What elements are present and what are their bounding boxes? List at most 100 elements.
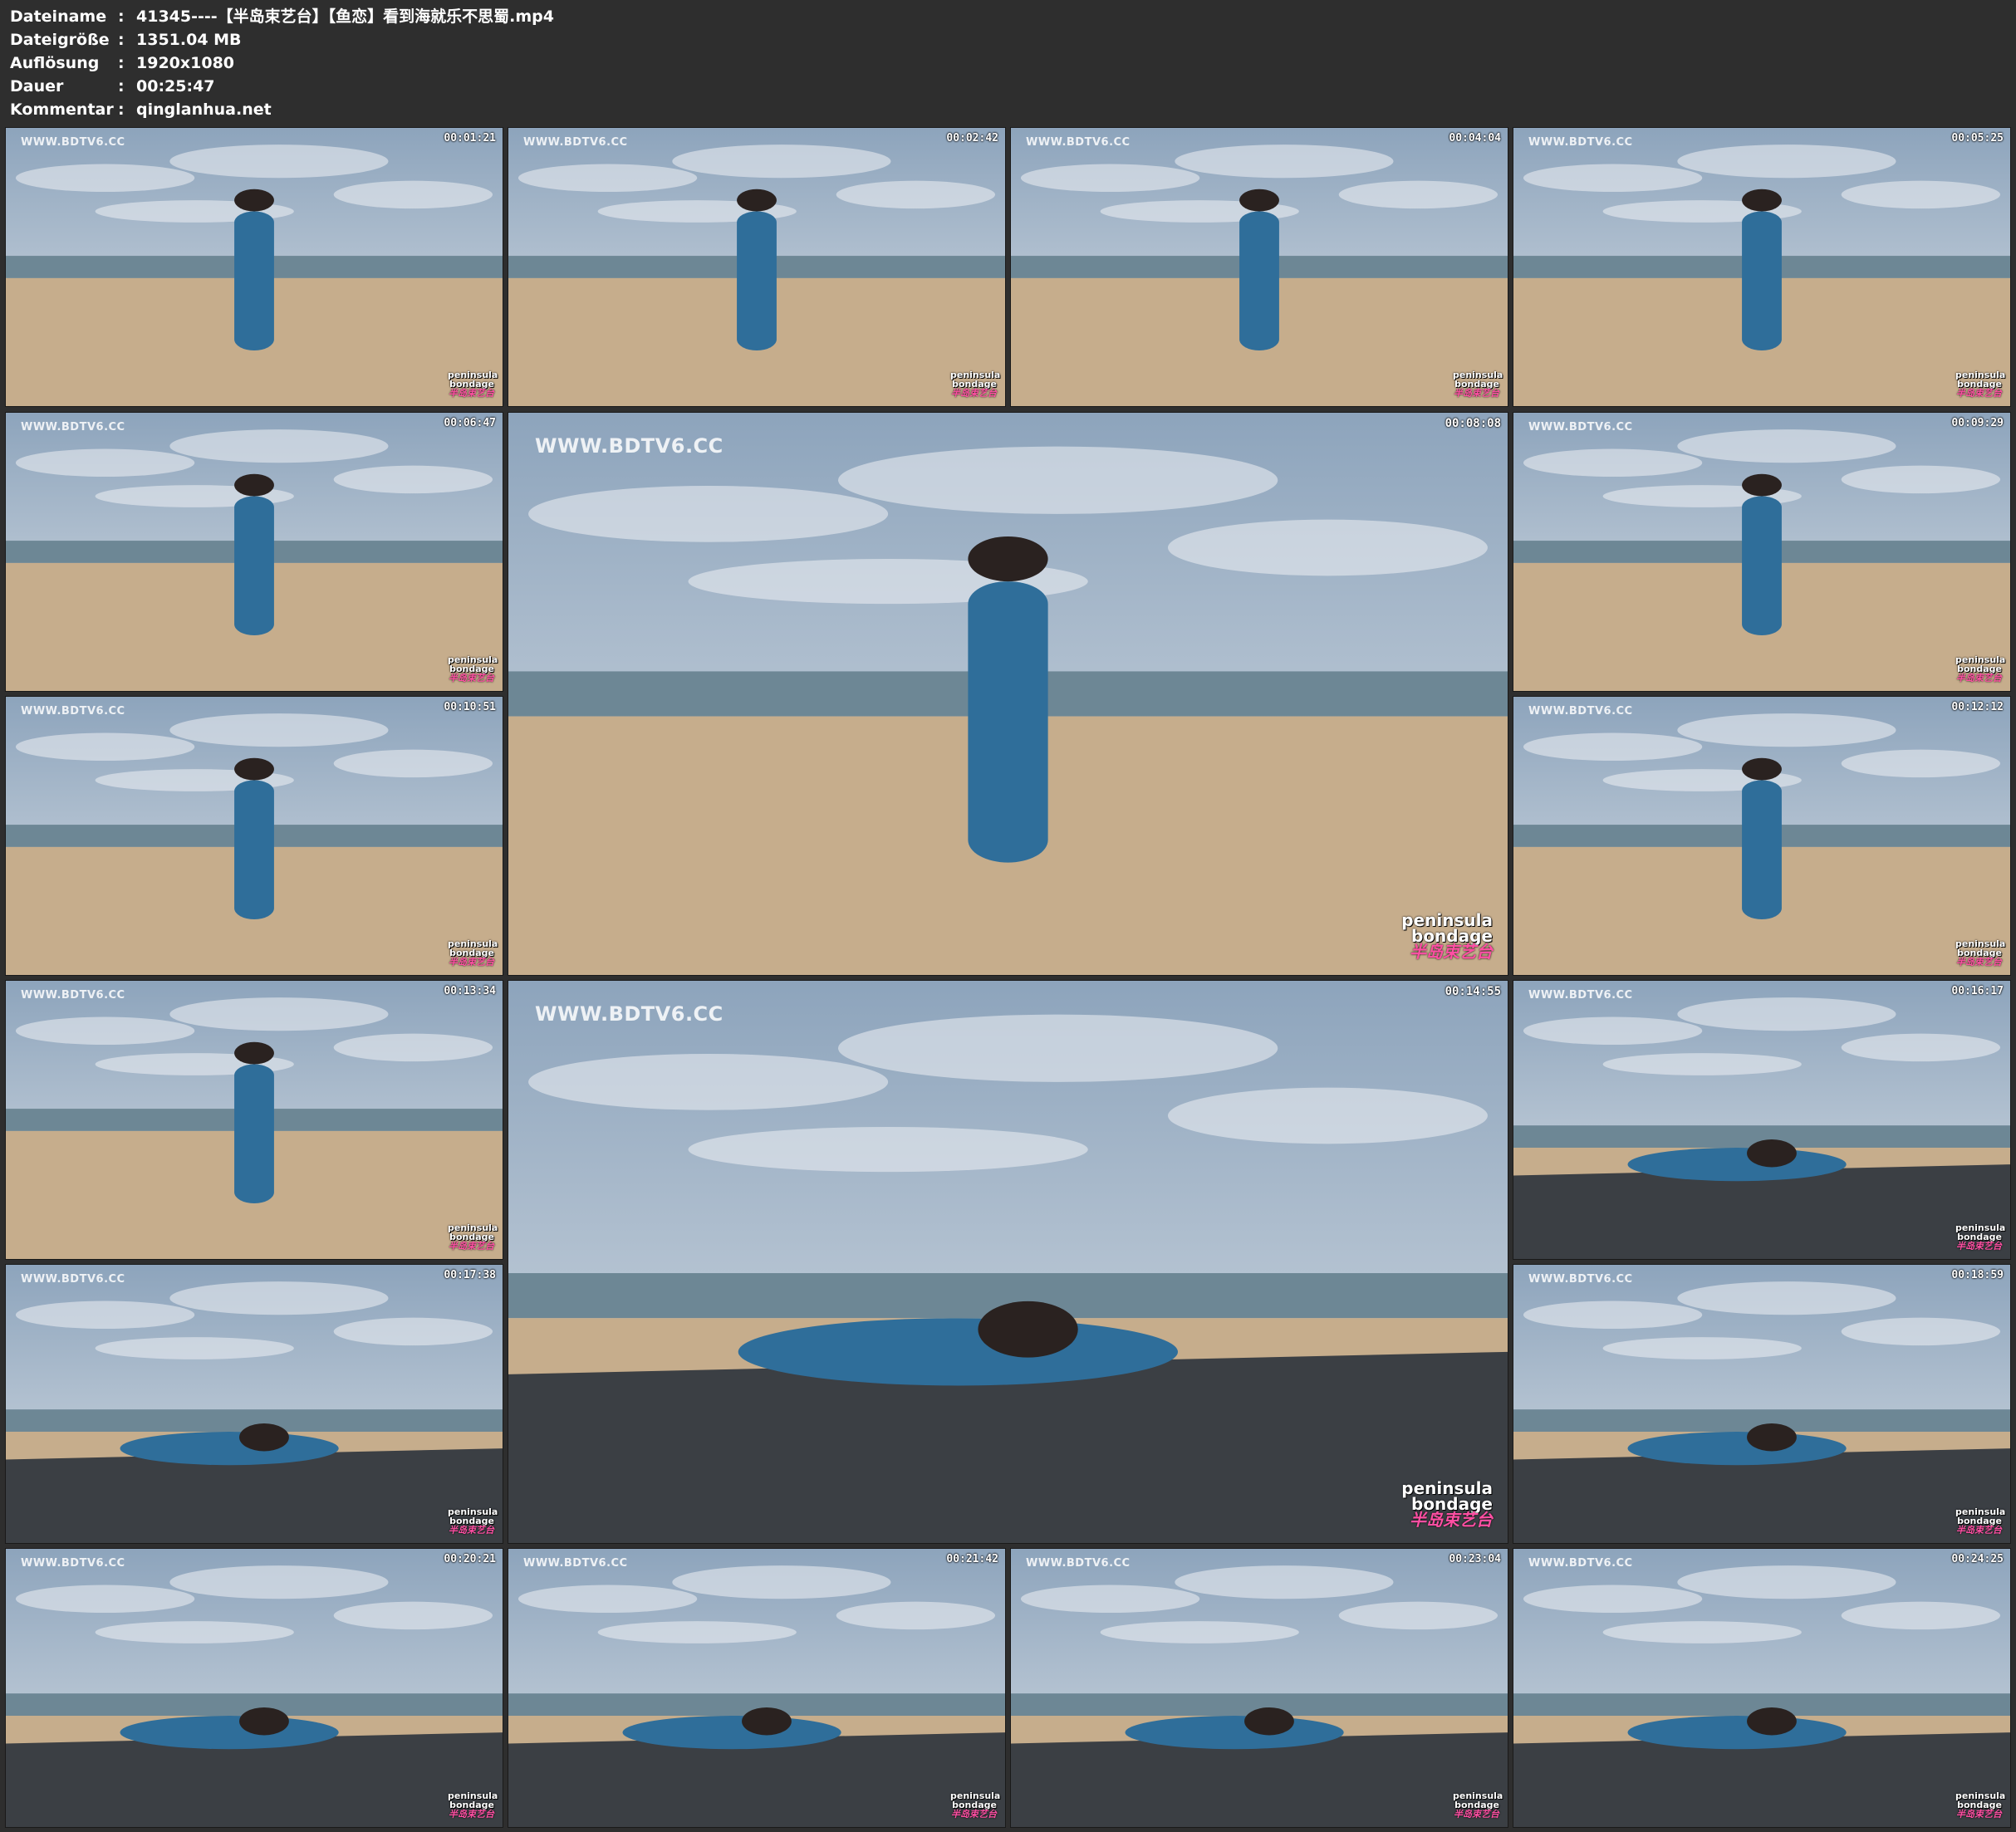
video-frame-thumbnail: WWW.BDTV6.CC 00:06:47 peninsula bondage 半岛束艺… [5, 412, 503, 692]
info-separator: : [118, 31, 125, 49]
frame-image [1513, 697, 2010, 975]
figure-dress [120, 1432, 339, 1466]
cloud-shape [1523, 164, 1703, 193]
channel-logo: peninsula bondage 半岛束艺台 [950, 1791, 1000, 1820]
figure-head [737, 189, 777, 212]
cloud-shape [1677, 1565, 1896, 1599]
logo-text-line3: 半岛束艺台 [1410, 942, 1493, 962]
figure-dress [737, 211, 777, 350]
frame-timestamp: 00:23:04 [1449, 1553, 1501, 1565]
watermark-text: WWW.BDTV6.CC [1026, 136, 1131, 149]
frame-image [1011, 1549, 1508, 1827]
frame-timestamp: 00:04:04 [1449, 132, 1501, 145]
watermark-text: WWW.BDTV6.CC [21, 136, 125, 149]
cloud-shape [1602, 1053, 1802, 1075]
cloud-shape [1523, 1585, 1703, 1614]
cloud-shape [169, 1281, 389, 1315]
frame-image [508, 128, 1005, 406]
cloud-shape [15, 448, 195, 478]
figure-head [239, 1423, 289, 1452]
cloud-shape [15, 732, 195, 762]
figure-dress [1742, 780, 1782, 919]
figure-head [1747, 1423, 1797, 1452]
cloud-shape [333, 180, 493, 209]
channel-logo: peninsula bondage 半岛束艺台 [1453, 1791, 1503, 1820]
logo-text-line3: 半岛束艺台 [1956, 957, 2002, 967]
frame-image [6, 981, 503, 1259]
logo-text-line3: 半岛束艺台 [1956, 1241, 2002, 1252]
frame-image [6, 413, 503, 691]
frame-image [6, 697, 503, 975]
figure-dress [1627, 1716, 1847, 1750]
cloud-shape [15, 164, 195, 193]
cloud-shape [1523, 1016, 1703, 1046]
logo-text-line3: 半岛束艺台 [1410, 1510, 1493, 1530]
info-label: Kommentar [10, 100, 114, 119]
watermark-text: WWW.BDTV6.CC [21, 705, 125, 718]
cloud-shape [1677, 713, 1896, 747]
cloud-shape [517, 164, 698, 193]
cloud-shape [1523, 448, 1703, 478]
figure-dress [1742, 496, 1782, 635]
file-info-header: Dateiname : 41345----【半岛束艺台】【鱼恋】看到海就乐不思蜀… [10, 5, 2004, 121]
logo-text-line3: 半岛束艺台 [449, 1525, 494, 1536]
cloud-shape [333, 1317, 493, 1346]
channel-logo: peninsula bondage 半岛束艺台 [1955, 655, 2005, 683]
channel-logo: peninsula bondage 半岛束艺台 [1401, 1480, 1493, 1530]
info-value: 00:25:47 [136, 77, 215, 96]
cloud-shape [1841, 180, 2001, 209]
frame-timestamp: 00:17:38 [444, 1269, 496, 1281]
video-frame-thumbnail: WWW.BDTV6.CC 00:02:42 peninsula bondage 半岛束艺… [508, 127, 1006, 407]
watermark-text: WWW.BDTV6.CC [1528, 136, 1633, 149]
logo-text-line3: 半岛束艺台 [449, 388, 494, 399]
video-frame-thumbnail: WWW.BDTV6.CC 00:01:21 peninsula bondage 半岛束艺… [5, 127, 503, 407]
watermark-text: WWW.BDTV6.CC [21, 1273, 125, 1286]
cloud-shape [1841, 1601, 2001, 1630]
frame-timestamp: 00:09:29 [1951, 417, 2004, 429]
cloud-shape [1020, 164, 1200, 193]
cloud-shape [1841, 1317, 2001, 1346]
frame-timestamp: 00:10:51 [444, 701, 496, 713]
info-value: 1920x1080 [136, 54, 235, 72]
logo-text-line3: 半岛束艺台 [1956, 673, 2002, 683]
logo-text-line3: 半岛束艺台 [951, 1809, 997, 1820]
watermark-text: WWW.BDTV6.CC [1528, 421, 1633, 434]
frame-image [1513, 413, 2010, 691]
info-label: Dauer [10, 77, 64, 96]
watermark-text: WWW.BDTV6.CC [1528, 1557, 1633, 1570]
logo-text-line3: 半岛束艺台 [1454, 1809, 1499, 1820]
frame-image [1513, 1549, 2010, 1827]
video-frame-thumbnail: WWW.BDTV6.CC 00:14:55 peninsula bondage 半岛束艺… [508, 980, 1508, 1544]
channel-logo: peninsula bondage 半岛束艺台 [1955, 1223, 2005, 1252]
channel-logo: peninsula bondage 半岛束艺台 [1453, 370, 1503, 399]
frame-timestamp: 00:21:42 [946, 1553, 998, 1565]
figure-head [1239, 189, 1279, 212]
info-value: 41345----【半岛束艺台】【鱼恋】看到海就乐不思蜀.mp4 [136, 7, 554, 26]
figure-dress [234, 1064, 274, 1203]
cloud-shape [169, 429, 389, 463]
channel-logo: peninsula bondage 半岛束艺台 [1955, 939, 2005, 967]
frame-image [1513, 981, 2010, 1259]
watermark-text: WWW.BDTV6.CC [523, 136, 628, 149]
figure-head [1747, 1139, 1797, 1168]
cloud-shape [15, 1301, 195, 1330]
cloud-shape [1523, 732, 1703, 762]
channel-logo: peninsula bondage 半岛束艺台 [448, 1507, 498, 1536]
logo-text-line3: 半岛束艺台 [449, 1241, 494, 1252]
frame-image [1513, 128, 2010, 406]
frame-timestamp: 00:18:59 [1951, 1269, 2004, 1281]
frame-timestamp: 00:08:08 [1445, 417, 1501, 430]
video-frame-thumbnail: WWW.BDTV6.CC 00:04:04 peninsula bondage 半岛束艺… [1010, 127, 1508, 407]
video-frame-thumbnail: WWW.BDTV6.CC 00:09:29 peninsula bondage 半岛束艺… [1513, 412, 2011, 692]
cloud-shape [597, 1621, 797, 1643]
cloud-shape [672, 145, 891, 179]
cloud-shape [15, 1016, 195, 1046]
figure-head [234, 1041, 274, 1065]
figure-head [1747, 1707, 1797, 1736]
watermark-text: WWW.BDTV6.CC [535, 1002, 724, 1026]
cloud-shape [333, 1033, 493, 1062]
watermark-text: WWW.BDTV6.CC [21, 989, 125, 1002]
logo-text-line3: 半岛束艺台 [1454, 388, 1499, 399]
cloud-shape [169, 713, 389, 747]
cloud-shape [1677, 997, 1896, 1031]
